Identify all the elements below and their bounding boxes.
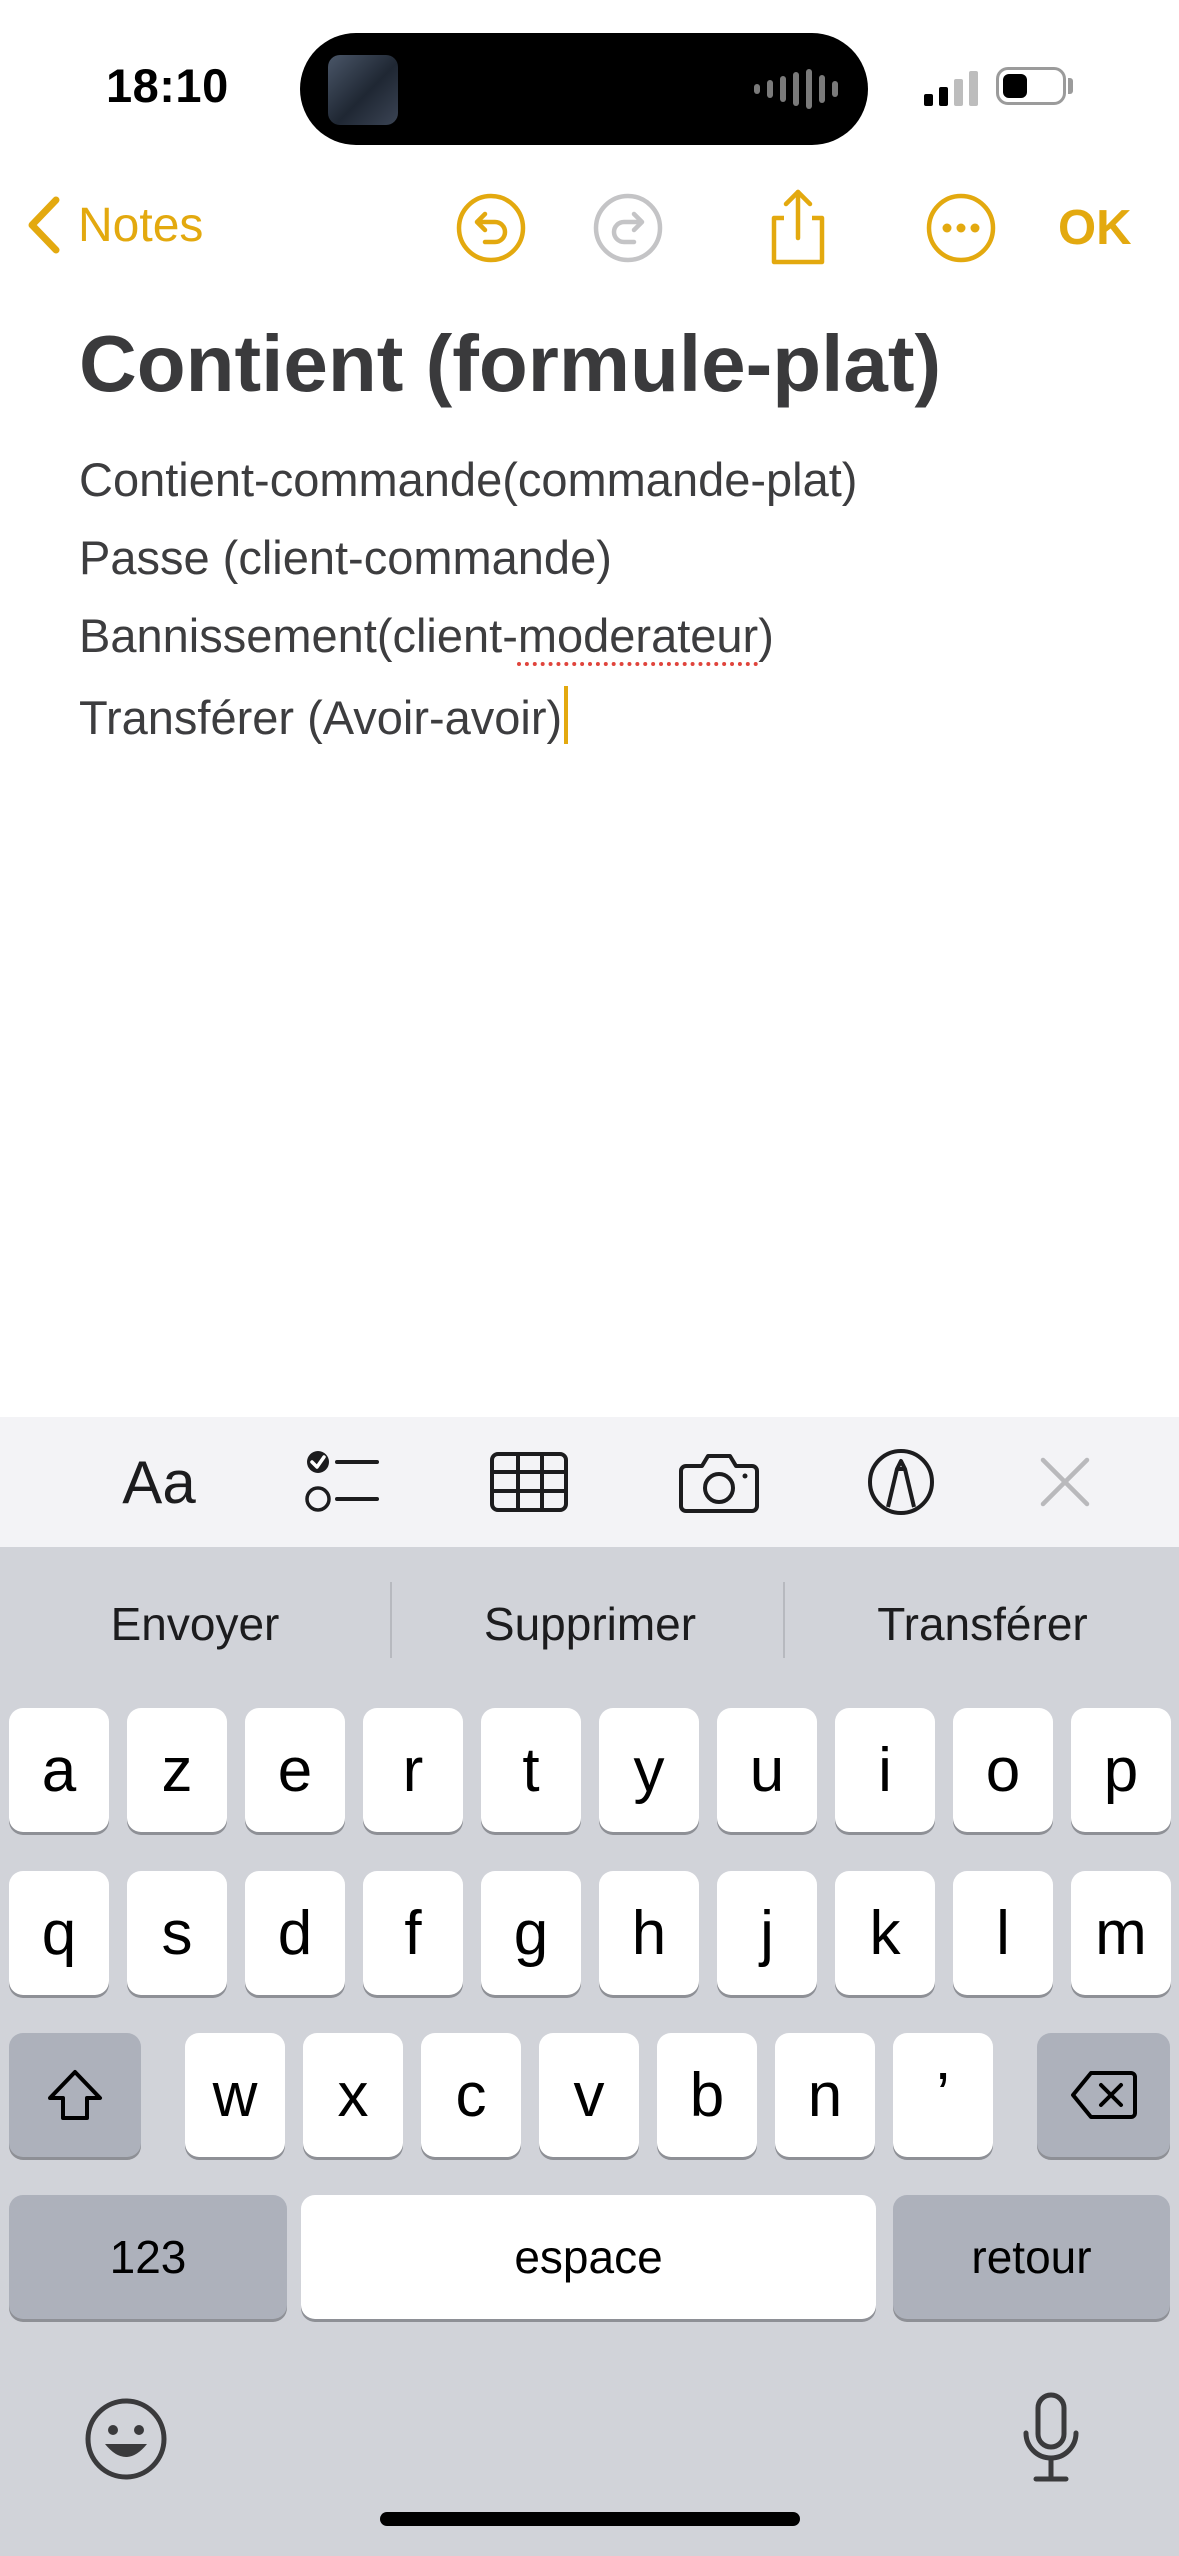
key-r[interactable]: r (363, 1708, 463, 1832)
key-e[interactable]: e (245, 1708, 345, 1832)
suggestion-1[interactable]: Envoyer (20, 1597, 370, 1651)
key-y[interactable]: y (599, 1708, 699, 1832)
now-playing-artwork (328, 55, 398, 125)
battery-icon (996, 67, 1066, 105)
suggestion-divider (783, 1582, 785, 1658)
suggestion-3[interactable]: Transférer (800, 1597, 1165, 1651)
camera-button[interactable] (674, 1439, 764, 1525)
key-f[interactable]: f (363, 1871, 463, 1995)
note-line[interactable]: Passe (client-commande) (79, 530, 612, 585)
key-v[interactable]: v (539, 2033, 639, 2157)
chevron-left-icon (28, 196, 60, 254)
key-d[interactable]: d (245, 1871, 345, 1995)
key-g[interactable]: g (481, 1871, 581, 1995)
key-p[interactable]: p (1071, 1708, 1171, 1832)
key-t[interactable]: t (481, 1708, 581, 1832)
key-m[interactable]: m (1071, 1871, 1171, 1995)
key-k[interactable]: k (835, 1871, 935, 1995)
keyboard: Envoyer Supprimer Transférer a z e r t y… (0, 1547, 1179, 2556)
note-line-text: Bannissement(client- (79, 609, 518, 662)
misspelled-word[interactable]: moderateur (518, 609, 758, 662)
audio-waveform-icon (754, 69, 838, 109)
note-line-text: ) (758, 609, 774, 662)
key-q[interactable]: q (9, 1871, 109, 1995)
key-b[interactable]: b (657, 2033, 757, 2157)
note-line[interactable]: Bannissement(client-moderateur) (79, 608, 774, 663)
table-button[interactable] (484, 1439, 574, 1525)
markup-button[interactable] (856, 1439, 946, 1525)
cellular-signal-icon (924, 70, 978, 106)
key-x[interactable]: x (303, 2033, 403, 2157)
suggestion-2[interactable]: Supprimer (410, 1597, 770, 1651)
back-button-label: Notes (78, 198, 204, 252)
dynamic-island[interactable] (300, 33, 868, 145)
key-z[interactable]: z (127, 1708, 227, 1832)
redo-icon[interactable] (590, 190, 666, 266)
key-apostrophe[interactable]: ’ (893, 2033, 993, 2157)
suggestion-divider (390, 1582, 392, 1658)
note-title[interactable]: Contient (formule-plat) (79, 318, 941, 410)
text-style-button[interactable]: Aa (114, 1439, 204, 1525)
text-cursor (564, 686, 569, 744)
close-toolbar-button[interactable] (1020, 1439, 1110, 1525)
microphone-icon[interactable] (1016, 2389, 1086, 2489)
more-icon[interactable] (923, 190, 999, 266)
key-o[interactable]: o (953, 1708, 1053, 1832)
camera-icon (679, 1454, 759, 1513)
key-w[interactable]: w (185, 2033, 285, 2157)
key-n[interactable]: n (775, 2033, 875, 2157)
checklist-button[interactable] (298, 1439, 388, 1525)
battery-cap (1068, 78, 1073, 94)
checklist-icon (305, 1451, 379, 1512)
shift-key[interactable] (9, 2033, 141, 2157)
delete-key[interactable] (1037, 2033, 1170, 2157)
key-j[interactable]: j (717, 1871, 817, 1995)
close-icon (1040, 1457, 1090, 1507)
emoji-icon[interactable] (83, 2396, 169, 2482)
markup-icon (868, 1449, 934, 1515)
space-key[interactable]: espace (301, 2195, 876, 2319)
return-key[interactable]: retour (893, 2195, 1170, 2319)
key-c[interactable]: c (421, 2033, 521, 2157)
share-icon[interactable] (760, 184, 836, 268)
key-h[interactable]: h (599, 1871, 699, 1995)
undo-icon[interactable] (453, 190, 529, 266)
home-indicator[interactable] (380, 2512, 800, 2526)
shift-icon (48, 2070, 102, 2120)
key-i[interactable]: i (835, 1708, 935, 1832)
key-s[interactable]: s (127, 1871, 227, 1995)
status-time: 18:10 (106, 59, 229, 112)
key-l[interactable]: l (953, 1871, 1053, 1995)
done-button[interactable]: OK (1058, 200, 1132, 256)
note-line[interactable]: Transférer (Avoir-avoir) (79, 686, 569, 745)
numbers-key[interactable]: 123 (9, 2195, 287, 2319)
back-button[interactable]: Notes (24, 192, 203, 258)
note-line[interactable]: Contient-commande(commande-plat) (79, 452, 857, 507)
format-toolbar: Aa (0, 1417, 1179, 1547)
key-a[interactable]: a (9, 1708, 109, 1832)
note-line-text: Transférer (Avoir-avoir) (79, 691, 563, 744)
backspace-icon (1070, 2071, 1137, 2119)
key-u[interactable]: u (717, 1708, 817, 1832)
table-icon (490, 1452, 568, 1512)
